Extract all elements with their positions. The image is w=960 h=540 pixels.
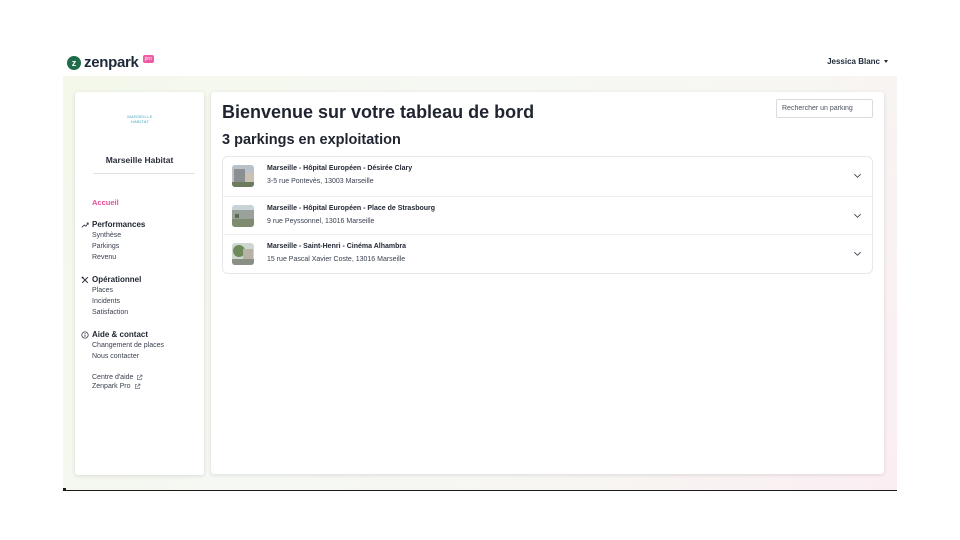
sidebar-item-incidents[interactable]: Incidents (92, 297, 201, 306)
nav-section-aide-contact: Aide & contact Changement de places Nous… (81, 330, 201, 361)
divider (93, 173, 195, 174)
external-link-icon (137, 374, 143, 380)
nav-heading-performances: Performances (81, 220, 201, 229)
nav-heading-aide-contact: Aide & contact (81, 330, 201, 339)
link-zenpark-pro[interactable]: Zenpark Pro (92, 383, 201, 390)
nav-section-operationnel: Opérationnel Places Incidents Satisfacti… (81, 275, 201, 317)
sidebar: MARSEILLE HABITAT Marseille Habitat Accu… (75, 92, 204, 475)
link-centre-d-aide[interactable]: Centre d'aide (92, 374, 201, 381)
parking-row[interactable]: Marseille - Hôpital Européen - Désirée C… (223, 157, 872, 196)
sidebar-item-places[interactable]: Places (92, 286, 201, 295)
pro-badge: pro (142, 54, 154, 63)
parking-name: Marseille - Hôpital Européen - Désirée C… (267, 165, 413, 172)
user-name: Jessica Blanc (827, 57, 880, 66)
info-icon (81, 330, 89, 339)
organization-logo: MARSEILLE HABITAT (127, 114, 153, 124)
chevron-down-icon[interactable] (853, 249, 862, 258)
chart-line-icon (81, 222, 89, 228)
parking-name: Marseille - Hôpital Européen - Place de … (267, 204, 436, 212)
parking-photo (232, 165, 254, 187)
search-parking-input[interactable] (776, 99, 873, 118)
organization-name: Marseille Habitat (105, 155, 174, 165)
sidebar-item-nous-contacter[interactable]: Nous contacter (92, 352, 201, 361)
parking-row[interactable]: Marseille - Hôpital Européen - Place de … (223, 195, 872, 235)
brand-name: zenpark (84, 54, 139, 71)
nav-section-performances: Performances Synthèse Parkings Revenu (81, 220, 201, 262)
sidebar-item-changement-de-places[interactable]: Changement de places (92, 341, 201, 350)
chevron-down-icon[interactable] (853, 211, 862, 220)
top-bar: z zenpark pro Jessica Blanc (0, 0, 960, 76)
caret-down-icon (884, 60, 888, 63)
parking-address: 15 rue Pascal Xavier Coste, 13016 Marsei… (267, 256, 406, 264)
user-menu[interactable]: Jessica Blanc (827, 57, 888, 66)
sidebar-item-satisfaction[interactable]: Satisfaction (92, 308, 201, 317)
tools-icon (81, 276, 89, 283)
sidebar-item-parkings[interactable]: Parkings (92, 242, 201, 251)
parking-name: Marseille - Saint-Henri - Cinéma Alhambr… (267, 243, 406, 251)
external-link-icon (134, 383, 140, 389)
sidebar-item-accueil[interactable]: Accueil (92, 198, 201, 207)
sidebar-nav: Accueil Performances Synthèse Parkings R… (81, 198, 201, 390)
dashboard-panel: Bienvenue sur votre tableau de bord 3 pa… (211, 92, 884, 474)
sidebar-item-synthese[interactable]: Synthèse (92, 231, 201, 240)
sidebar-item-revenu[interactable]: Revenu (92, 253, 201, 262)
parking-photo (232, 243, 254, 266)
zenpark-logo[interactable]: z zenpark pro (67, 54, 154, 71)
parking-address: 3-5 rue Pontevès, 13003 Marseille (267, 178, 374, 185)
page-title: Bienvenue sur votre tableau de bord (222, 102, 535, 122)
nav-heading-operationnel: Opérationnel (81, 275, 201, 284)
chevron-down-icon[interactable] (853, 171, 862, 180)
map-pin-icon: z (67, 55, 81, 70)
parkings-count-heading: 3 parkings en exploitation (222, 132, 401, 148)
parking-row[interactable]: Marseille - Saint-Henri - Cinéma Alhambr… (223, 234, 872, 273)
parking-list: Marseille - Hôpital Européen - Désirée C… (222, 156, 873, 275)
parking-address: 9 rue Peyssonnel, 13016 Marseille (267, 217, 375, 225)
nav-section-external-links: Centre d'aide Zenpark Pro (81, 374, 201, 390)
parking-photo (232, 204, 254, 227)
dashboard-background: MARSEILLE HABITAT Marseille Habitat Accu… (63, 76, 897, 491)
